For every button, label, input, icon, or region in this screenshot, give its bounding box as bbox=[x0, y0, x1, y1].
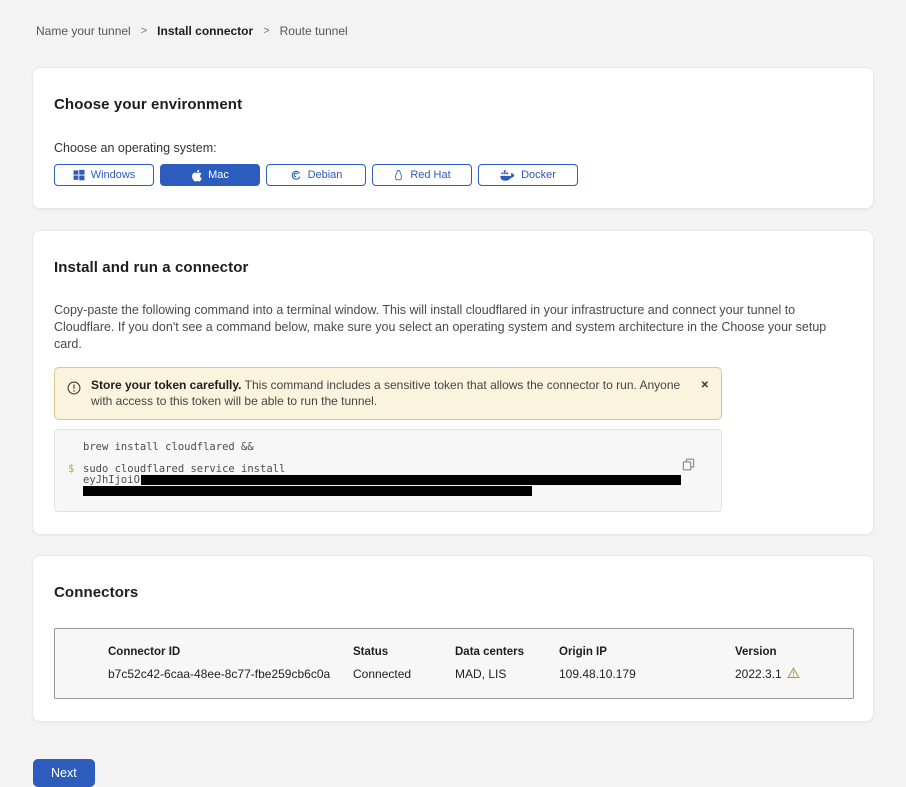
version-text: 2022.3.1 bbox=[735, 667, 782, 681]
connector-id-value: b7c52c42-6caa-48ee-8c77-fbe259cb6c0a bbox=[108, 667, 353, 682]
connectors-table: Connector ID Status Data centers Origin … bbox=[54, 628, 854, 699]
breadcrumb-item-name-your-tunnel[interactable]: Name your tunnel bbox=[36, 24, 131, 38]
data-centers-value: MAD, LIS bbox=[455, 667, 559, 682]
table-row: b7c52c42-6caa-48ee-8c77-fbe259cb6c0a Con… bbox=[108, 667, 853, 682]
token-warning-banner: Store your token carefully. This command… bbox=[54, 367, 722, 420]
os-button-windows[interactable]: Windows bbox=[54, 164, 154, 186]
code-line-token-continued bbox=[83, 486, 681, 497]
alert-circle-icon bbox=[67, 381, 81, 400]
origin-ip-value: 109.48.10.179 bbox=[559, 667, 735, 682]
install-description: Copy-paste the following command into a … bbox=[54, 302, 850, 353]
column-header-version: Version bbox=[735, 646, 853, 658]
connectors-card: Connectors Connector ID Status Data cent… bbox=[32, 555, 874, 722]
close-icon[interactable]: ✕ bbox=[701, 381, 709, 391]
table-header-row: Connector ID Status Data centers Origin … bbox=[108, 646, 853, 658]
os-button-label: Mac bbox=[208, 169, 229, 181]
warning-triangle-icon bbox=[787, 667, 800, 682]
column-header-data-centers: Data centers bbox=[455, 646, 559, 658]
os-button-debian[interactable]: Debian bbox=[266, 164, 366, 186]
code-line-2: $ sudo cloudflared service install bbox=[83, 464, 681, 475]
os-button-label: Red Hat bbox=[410, 169, 450, 181]
choose-environment-title: Choose your environment bbox=[54, 96, 852, 113]
status-badge: Connected bbox=[353, 667, 455, 682]
tunnel-setup-page: Name your tunnel > Install connector > R… bbox=[0, 0, 906, 740]
install-connector-card: Install and run a connector Copy-paste t… bbox=[32, 230, 874, 535]
redacted-token-bar bbox=[83, 486, 532, 496]
os-button-group: Windows Mac Debian bbox=[54, 164, 852, 186]
docker-icon bbox=[500, 170, 515, 181]
breadcrumb: Name your tunnel > Install connector > R… bbox=[0, 0, 906, 38]
breadcrumb-separator: > bbox=[263, 25, 269, 37]
redhat-icon bbox=[393, 169, 404, 182]
version-value: 2022.3.1 bbox=[735, 667, 853, 682]
operating-system-label: Choose an operating system: bbox=[54, 141, 852, 155]
os-button-label: Docker bbox=[521, 169, 556, 181]
windows-icon bbox=[73, 169, 85, 181]
code-line-1: brew install cloudflared && bbox=[83, 442, 681, 453]
choose-environment-card: Choose your environment Choose an operat… bbox=[32, 67, 874, 209]
column-header-connector-id: Connector ID bbox=[108, 646, 353, 658]
copy-icon[interactable] bbox=[682, 458, 695, 474]
debian-icon bbox=[290, 169, 302, 181]
code-text: brew install cloudflared && bbox=[83, 441, 254, 453]
breadcrumb-item-install-connector[interactable]: Install connector bbox=[157, 24, 253, 38]
os-button-docker[interactable]: Docker bbox=[478, 164, 578, 186]
os-button-label: Debian bbox=[308, 169, 343, 181]
install-connector-title: Install and run a connector bbox=[54, 259, 852, 276]
redacted-token-bar bbox=[141, 475, 681, 485]
os-button-mac[interactable]: Mac bbox=[160, 164, 260, 186]
code-line-token: eyJhIjoiO bbox=[83, 475, 681, 486]
breadcrumb-item-route-tunnel[interactable]: Route tunnel bbox=[280, 24, 348, 38]
token-prefix-text: eyJhIjoiO bbox=[83, 474, 140, 486]
column-header-origin-ip: Origin IP bbox=[559, 646, 735, 658]
column-header-status: Status bbox=[353, 646, 455, 658]
breadcrumb-separator: > bbox=[141, 25, 147, 37]
warning-bold-text: Store your token carefully. bbox=[91, 378, 242, 392]
shell-prompt: $ bbox=[68, 464, 74, 475]
os-button-label: Windows bbox=[91, 169, 136, 181]
connectors-title: Connectors bbox=[54, 584, 852, 601]
install-command-code-block: brew install cloudflared && $ sudo cloud… bbox=[54, 429, 722, 512]
next-button[interactable]: Next bbox=[33, 759, 95, 787]
apple-icon bbox=[191, 169, 202, 182]
os-button-redhat[interactable]: Red Hat bbox=[372, 164, 472, 186]
